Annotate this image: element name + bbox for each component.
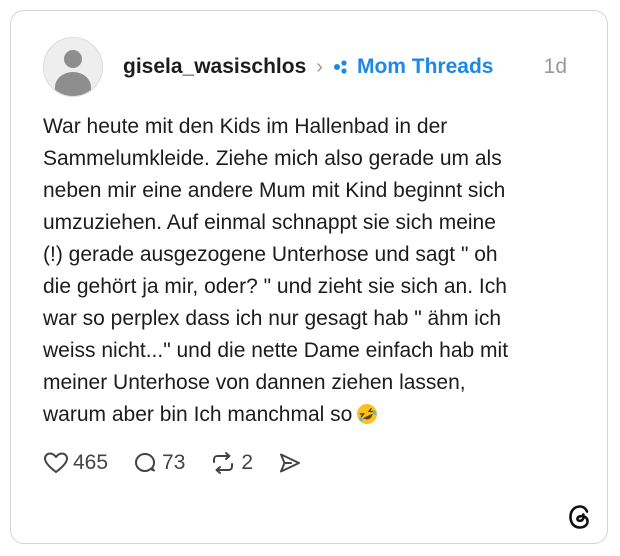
post-body: War heute mit den Kids im Hallenbad in d… <box>43 115 509 426</box>
post-card: gisela_wasischlos › Mom Threads 1d War h… <box>10 10 608 544</box>
topic-tag[interactable]: Mom Threads <box>333 55 494 79</box>
rolling-on-floor-laughing-emoji <box>357 404 378 424</box>
like-count: 465 <box>73 451 109 474</box>
reply-button[interactable]: 73 <box>132 451 185 475</box>
topic-dots-icon <box>333 60 347 74</box>
chevron-right-icon: › <box>316 56 323 78</box>
post-actions: 465 73 2 <box>43 451 331 475</box>
threads-logo-icon <box>569 505 589 529</box>
repost-icon <box>213 452 234 474</box>
heart-icon <box>44 452 68 473</box>
topic-label: Mom Threads <box>356 55 494 78</box>
share-button[interactable] <box>277 451 307 475</box>
repost-count: 2 <box>241 451 254 474</box>
post-header: gisela_wasischlos › Mom Threads 1d <box>43 37 567 97</box>
avatar-body <box>55 72 91 96</box>
reply-count: 73 <box>162 451 186 474</box>
avatar[interactable] <box>43 37 103 97</box>
comment-icon <box>135 453 156 472</box>
repost-button[interactable]: 2 <box>209 451 253 475</box>
like-button[interactable]: 465 <box>43 451 108 475</box>
post-text: War heute mit den Kids im Hallenbad in d… <box>43 111 563 431</box>
username[interactable]: gisela_wasischlos <box>123 55 306 79</box>
send-icon <box>280 453 301 473</box>
post-time: 1d <box>543 55 567 78</box>
avatar-head <box>64 50 82 68</box>
